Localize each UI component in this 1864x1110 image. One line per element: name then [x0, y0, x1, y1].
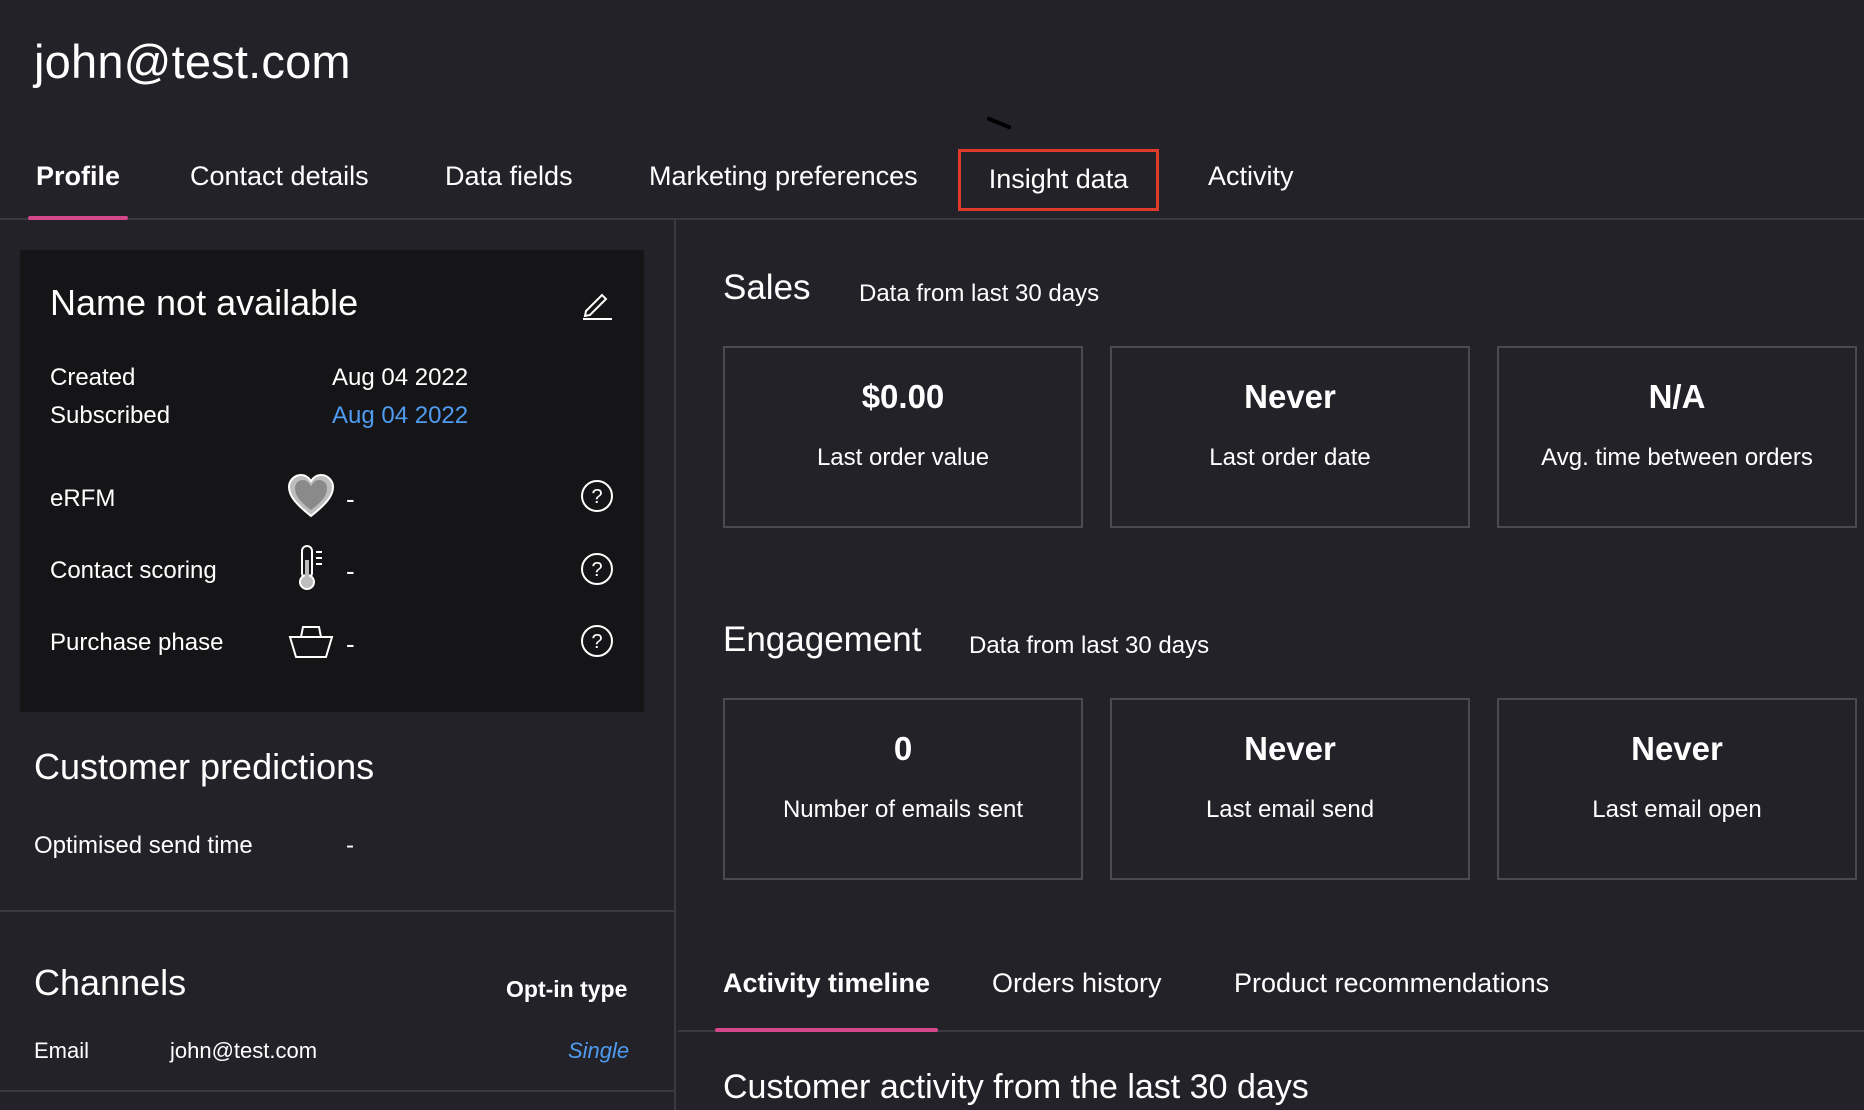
- stat-value: Never: [1244, 730, 1336, 767]
- svg-text:?: ?: [591, 631, 602, 653]
- stat-card-emails-sent: 0 Number of emails sent: [723, 698, 1083, 880]
- engagement-title: Engagement: [723, 620, 922, 659]
- tab-profile[interactable]: Profile: [27, 140, 129, 220]
- customer-predictions-title: Customer predictions: [34, 746, 375, 787]
- stat-label: Last email open: [1592, 796, 1762, 823]
- purchase-phase-value: -: [346, 629, 355, 659]
- sales-title: Sales: [723, 268, 811, 307]
- engagement-subtitle: Data from last 30 days: [969, 632, 1210, 659]
- stat-card-last-order-value: $0.00 Last order value: [723, 346, 1083, 528]
- channels-title: Channels: [34, 962, 187, 1003]
- timeline-title: Customer activity from the last 30 days: [723, 1068, 1309, 1106]
- created-value: Aug 04 2022: [332, 364, 469, 391]
- created-label: Created: [50, 364, 136, 391]
- subscribed-value-link[interactable]: Aug 04 2022: [332, 402, 468, 430]
- stat-label: Last email send: [1205, 796, 1375, 823]
- heart-icon: [287, 473, 335, 518]
- stat-label: Last order value: [816, 444, 990, 471]
- stat-value: Never: [1244, 378, 1336, 415]
- channel-email-value: john@test.com: [170, 1038, 318, 1063]
- stat-card-last-email-send: Never Last email send: [1110, 698, 1470, 880]
- tab-orders-history[interactable]: Orders history: [992, 940, 1162, 1032]
- channel-email-label: Email: [34, 1038, 90, 1063]
- activity-tab-bar: Activity timeline Orders history Product…: [678, 940, 1864, 1032]
- optin-type-header: Opt-in type: [506, 976, 628, 1002]
- contact-name: Name not available: [50, 282, 359, 323]
- stat-card-last-email-open: Never Last email open: [1497, 698, 1857, 880]
- stat-label: Number of emails sent: [782, 796, 1024, 823]
- svg-text:?: ?: [591, 486, 602, 508]
- top-tab-bar: Profile Contact details Data fields Mark…: [0, 140, 1864, 220]
- stat-card-avg-time-between-orders: N/A Avg. time between orders: [1497, 346, 1857, 528]
- basket-icon: [288, 626, 334, 658]
- tab-activity[interactable]: Activity: [1208, 140, 1294, 220]
- contact-profile-page: john@test.com Profile Contact details Da…: [0, 0, 1864, 1110]
- mouse-cursor-mark: [986, 116, 1012, 130]
- right-panel: Sales Data from last 30 days $0.00 Last …: [678, 220, 1864, 1110]
- page-title: john@test.com: [34, 35, 351, 88]
- left-panel: Name not available Created Aug 04 2022 S…: [0, 220, 676, 1110]
- sales-subtitle: Data from last 30 days: [859, 280, 1100, 307]
- section-divider: [0, 910, 676, 912]
- help-icon[interactable]: ?: [580, 479, 614, 513]
- profile-card: Name not available Created Aug 04 2022 S…: [20, 250, 644, 712]
- svg-text:?: ?: [591, 559, 602, 581]
- erfm-value: -: [346, 484, 355, 514]
- optimised-send-time-value: -: [346, 832, 354, 859]
- thermometer-icon: [299, 545, 322, 590]
- stat-value: $0.00: [861, 378, 945, 415]
- stat-value: N/A: [1648, 378, 1706, 415]
- stat-label: Last order date: [1209, 444, 1371, 471]
- tab-contact-details[interactable]: Contact details: [190, 140, 369, 220]
- stat-value: 0: [893, 730, 913, 767]
- stat-value: Never: [1631, 730, 1723, 767]
- erfm-label: eRFM: [50, 485, 116, 512]
- help-icon[interactable]: ?: [580, 552, 614, 586]
- help-icon[interactable]: ?: [580, 624, 614, 658]
- optimised-send-time-label: Optimised send time: [34, 832, 253, 859]
- purchase-phase-label: Purchase phase: [50, 629, 224, 656]
- tab-activity-timeline[interactable]: Activity timeline: [714, 940, 939, 1032]
- subscribed-label: Subscribed: [50, 402, 171, 429]
- contact-scoring-value: -: [346, 556, 355, 586]
- tab-product-recommendations[interactable]: Product recommendations: [1234, 940, 1549, 1032]
- tab-insight-data[interactable]: Insight data: [958, 149, 1159, 211]
- stat-card-last-order-date: Never Last order date: [1110, 346, 1470, 528]
- stat-label: Avg. time between orders: [1541, 444, 1813, 471]
- tab-marketing-preferences[interactable]: Marketing preferences: [649, 140, 918, 220]
- section-divider: [0, 1090, 676, 1092]
- channel-email-optin-link[interactable]: Single: [568, 1038, 629, 1064]
- tab-data-fields[interactable]: Data fields: [445, 140, 573, 220]
- edit-pencil-icon[interactable]: [580, 286, 614, 320]
- contact-scoring-label: Contact scoring: [50, 557, 217, 584]
